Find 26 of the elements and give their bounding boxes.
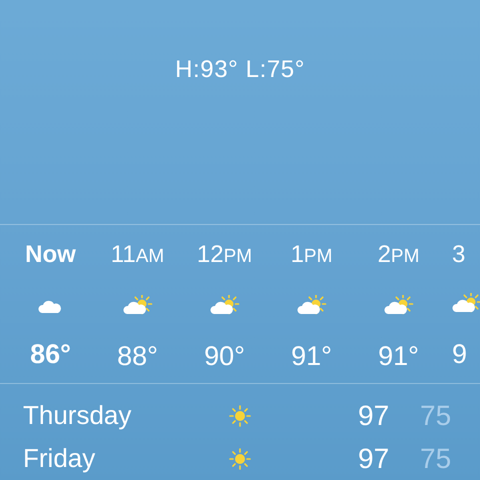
- hour-label: 3: [452, 240, 466, 269]
- cloud-sun-icon: [122, 294, 152, 317]
- hour-temperature: 88°: [117, 340, 158, 371]
- hour-label: 2PM: [378, 240, 420, 270]
- hour-temperature: 90°: [204, 340, 245, 371]
- hour-label: 12PM: [196, 240, 252, 270]
- high-temperature: 97: [358, 398, 390, 432]
- sun-icon: [229, 404, 251, 426]
- high-low-temperature: H:93° L:75°: [175, 55, 305, 85]
- hour-label: 11AM: [110, 240, 164, 270]
- hour-label: Now: [25, 240, 76, 269]
- cloud-sun-icon: [384, 294, 414, 317]
- day-name: Friday: [23, 442, 96, 475]
- low-temperature: 75: [420, 398, 452, 432]
- hour-temperature: 9: [452, 338, 468, 369]
- hour-temperature: 91°: [378, 340, 419, 371]
- low-temperature: 75: [420, 442, 452, 476]
- high-temperature: 97: [358, 442, 390, 476]
- cloud-sun-icon: [210, 294, 240, 317]
- hour-temperature: 91°: [291, 340, 332, 371]
- day-name: Thursday: [23, 399, 132, 432]
- hour-label: 1PM: [290, 240, 332, 270]
- cloud-sun-icon: [452, 292, 480, 315]
- hour-temperature: 86°: [30, 338, 71, 369]
- cloud-sun-icon: [296, 294, 326, 317]
- sun-icon: [229, 448, 251, 470]
